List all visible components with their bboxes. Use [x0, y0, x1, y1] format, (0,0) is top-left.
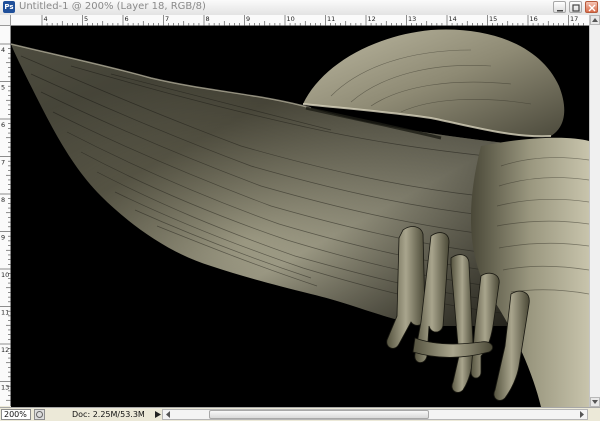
- vertical-scrollbar[interactable]: [589, 15, 600, 408]
- body-shape: [470, 137, 589, 407]
- ruler-label: 15: [489, 15, 497, 23]
- ruler-label: 4: [1, 46, 5, 54]
- close-icon: [588, 4, 596, 12]
- ruler-label: 7: [1, 159, 5, 167]
- ruler-label: 10: [1, 271, 9, 279]
- document-size-info: Doc: 2.25M/53.3M: [72, 410, 145, 419]
- status-bar: 200% Doc: 2.25M/53.3M: [0, 407, 600, 421]
- scroll-down-button[interactable]: [590, 397, 600, 407]
- ruler-origin[interactable]: [0, 15, 11, 26]
- chevron-right-icon[interactable]: [578, 410, 587, 419]
- horizontal-scrollbar[interactable]: [162, 409, 588, 420]
- minimize-icon: [557, 10, 563, 12]
- status-circle-icon: [36, 411, 43, 418]
- ruler-label: 5: [84, 15, 88, 23]
- close-button[interactable]: [585, 1, 598, 13]
- ruler-label: 8: [206, 15, 210, 23]
- photoshop-document-window: Ps Untitled-1 @ 200% (Layer 18, RGB/8) 4…: [0, 0, 600, 421]
- document-canvas[interactable]: [11, 26, 589, 407]
- maximize-button[interactable]: [569, 1, 582, 13]
- vertical-ruler[interactable]: 4 5 6 7 8 9 10 11 12 13: [0, 26, 11, 406]
- ruler-label: 9: [246, 15, 250, 23]
- ruler-label: 11: [1, 309, 9, 317]
- ruler-label: 7: [165, 15, 169, 23]
- scroll-up-button[interactable]: [590, 15, 600, 25]
- chevron-left-icon[interactable]: [164, 410, 173, 419]
- vertical-ruler-ticks: 4 5 6 7 8 9 10 11 12 13: [0, 43, 11, 401]
- status-info-icon[interactable]: [34, 409, 45, 420]
- ruler-label: 16: [530, 15, 538, 23]
- ruler-label: 11: [327, 15, 335, 23]
- ruler-label: 4: [44, 15, 48, 23]
- minimize-button[interactable]: [553, 1, 566, 13]
- ruler-label: 17: [570, 15, 578, 23]
- photoshop-icon: Ps: [3, 1, 15, 13]
- ruler-label: 6: [125, 15, 129, 23]
- ruler-label: 6: [1, 121, 5, 129]
- ruler-label: 8: [1, 196, 5, 204]
- ruler-label: 13: [1, 384, 9, 392]
- ruler-label: 13: [408, 15, 416, 23]
- ruler-label: 10: [287, 15, 295, 23]
- ruler-label: 14: [449, 15, 457, 23]
- ruler-label: 12: [1, 346, 9, 354]
- ruler-label: 12: [368, 15, 376, 23]
- ruler-label: 9: [1, 234, 5, 242]
- horizontal-scroll-thumb[interactable]: [209, 410, 429, 419]
- chevron-up-icon: [592, 18, 598, 22]
- triangle-right-icon[interactable]: [154, 410, 162, 419]
- horizontal-ruler[interactable]: 4 5 6 7 8 9 10 11 12 13 14 15 16 17: [11, 15, 589, 26]
- title-bar[interactable]: Ps Untitled-1 @ 200% (Layer 18, RGB/8): [0, 0, 600, 16]
- window-title: Untitled-1 @ 200% (Layer 18, RGB/8): [19, 1, 206, 12]
- chevron-down-icon: [592, 400, 598, 404]
- ruler-label: 5: [1, 84, 5, 92]
- maximize-icon: [572, 4, 580, 12]
- zoom-level-field[interactable]: 200%: [1, 409, 31, 420]
- artwork-image: [11, 29, 589, 407]
- horizontal-ruler-ticks: 4 5 6 7 8 9 10 11 12 13 14 15 16 17: [41, 15, 584, 26]
